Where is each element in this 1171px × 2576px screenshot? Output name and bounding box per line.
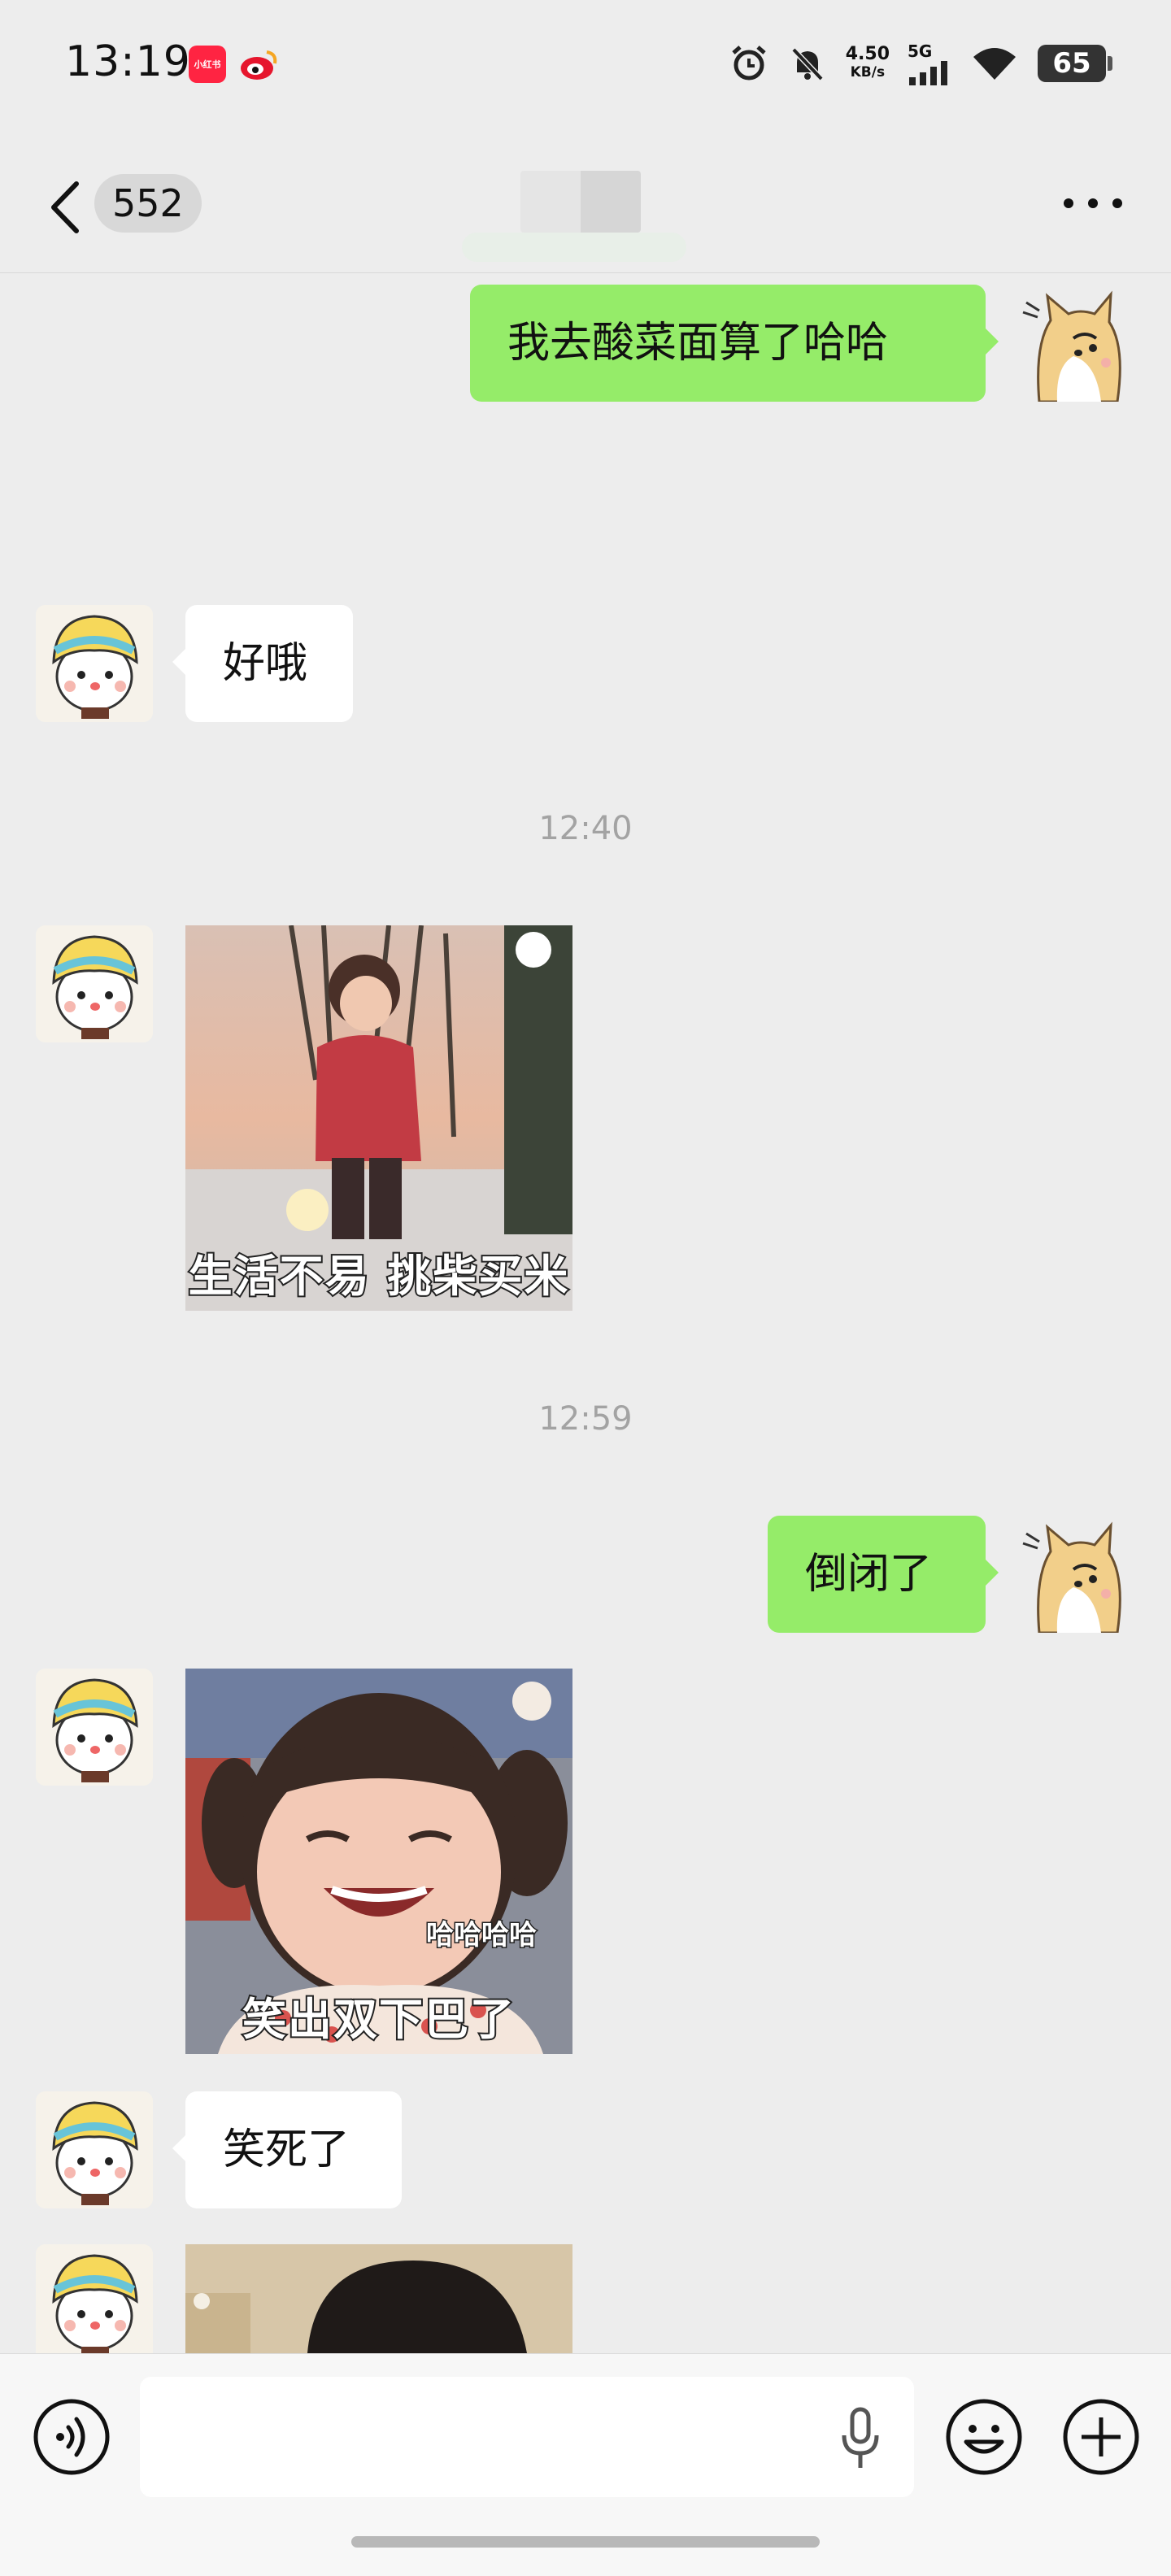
back-chevron-icon[interactable] [47,179,83,236]
microphone-icon[interactable] [839,2406,882,2471]
contact-avatar[interactable] [36,2091,153,2208]
contact-avatar[interactable] [36,2244,153,2361]
message-bubble-theirs[interactable]: 好哦 [172,605,353,722]
sticker-message[interactable]: 生活不易 挑柴买米 [185,925,572,1311]
sticker-caption: 生活不易 挑柴买米 [187,1249,570,1303]
message-input[interactable] [140,2377,914,2497]
sticker-caption: 笑出双下巴了 [241,1992,516,2047]
contact-avatar[interactable] [36,1669,153,1786]
signal-bars-icon [909,61,947,85]
message-bubble-theirs[interactable]: 笑死了 [172,2091,402,2208]
home-indicator[interactable] [351,2536,820,2548]
my-avatar[interactable] [1015,1516,1132,1633]
status-time: 13:19 [65,37,191,86]
net-speed-value: 4.50 [845,44,890,64]
input-bar [0,2353,1171,2576]
more-dots-icon[interactable] [1064,195,1122,211]
unread-count-badge[interactable]: 552 [94,174,202,233]
contact-avatar[interactable] [36,925,153,1042]
cellular-signal: 5G [908,41,951,85]
alarm-icon [732,46,766,80]
battery-indicator: 65 [1038,45,1112,82]
message-timestamp: 12:59 [538,1400,633,1438]
xiaohongshu-icon: 小红书 [189,46,226,83]
contact-status-redacted [462,233,686,262]
message-timestamp: 12:40 [538,810,633,847]
sticker-child-image [185,2244,572,2353]
message-bubble-mine[interactable]: 倒闭了 [768,1516,999,1633]
contact-name-redacted [520,171,641,233]
net-speed-unit: KB/s [850,64,886,80]
plus-icon[interactable] [1060,2396,1142,2478]
contact-avatar[interactable] [36,605,153,722]
chat-header: 552 [0,130,1171,273]
message-bubble-mine[interactable]: 我去酸菜面算了哈哈 [470,285,999,402]
weibo-icon [241,50,277,80]
net-speed: 4.50 KB/s [846,46,890,81]
network-type: 5G [908,41,933,61]
voice-toggle-icon[interactable] [31,2396,112,2478]
sticker-small-text: 哈哈哈哈 [425,1918,538,1953]
wifi-icon [973,48,1016,80]
sticker-message[interactable] [185,2244,572,2353]
mute-bell-icon [791,47,824,81]
sticker-message[interactable]: 哈哈哈哈 笑出双下巴了 [185,1669,572,2054]
status-bar: 13:19 小红书 4.50 KB/s 5G 65 [0,0,1171,130]
emoji-icon[interactable] [943,2396,1025,2478]
my-avatar[interactable] [1015,285,1132,402]
